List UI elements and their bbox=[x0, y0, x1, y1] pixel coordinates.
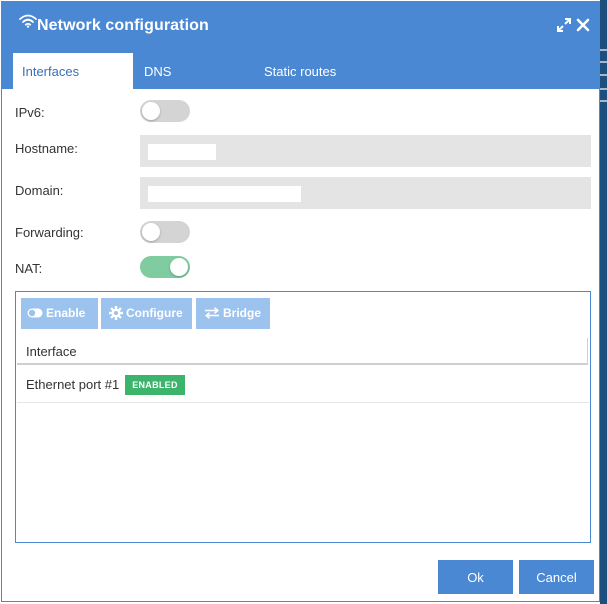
toggle-knob bbox=[170, 258, 188, 276]
gear-icon bbox=[109, 305, 123, 320]
interfaces-grid: Enable Configure Bridge Interface Ethern… bbox=[15, 291, 591, 543]
configure-label: Configure bbox=[126, 306, 183, 320]
close-icon[interactable] bbox=[575, 17, 591, 33]
dialog-titlebar[interactable]: Network configuration bbox=[2, 2, 599, 53]
domain-field[interactable] bbox=[140, 177, 591, 209]
hostname-field[interactable] bbox=[140, 135, 591, 167]
configure-button[interactable]: Configure bbox=[101, 298, 192, 329]
forwarding-toggle[interactable] bbox=[140, 221, 190, 243]
bridge-label: Bridge bbox=[223, 306, 262, 320]
domain-value bbox=[148, 186, 301, 202]
toggle-knob bbox=[142, 223, 160, 241]
toggle-icon bbox=[27, 308, 43, 318]
background-window bbox=[600, 0, 607, 604]
bridge-button[interactable]: Bridge bbox=[196, 298, 270, 329]
network-configuration-dialog: Network configuration Interfaces DNS Sta… bbox=[1, 1, 600, 602]
tab-static-routes[interactable]: Static routes bbox=[264, 53, 336, 89]
arrows-exchange-icon bbox=[204, 307, 220, 319]
column-header-interface[interactable]: Interface bbox=[17, 338, 588, 365]
cancel-button[interactable]: Cancel bbox=[519, 560, 594, 594]
dialog-title: Network configuration bbox=[37, 17, 209, 34]
nat-toggle[interactable] bbox=[140, 256, 190, 278]
forwarding-label: Forwarding: bbox=[15, 225, 84, 240]
wifi-icon bbox=[19, 14, 37, 28]
enable-button[interactable]: Enable bbox=[21, 298, 98, 329]
table-row[interactable]: Ethernet port #1 ENABLED bbox=[17, 367, 589, 403]
ipv6-label: IPv6: bbox=[15, 105, 45, 120]
hostname-label: Hostname: bbox=[15, 141, 78, 156]
tab-interfaces[interactable]: Interfaces bbox=[13, 53, 133, 89]
domain-label: Domain: bbox=[15, 183, 64, 198]
interface-name: Ethernet port #1 bbox=[26, 377, 120, 392]
enable-label: Enable bbox=[46, 306, 86, 320]
ok-button[interactable]: Ok bbox=[438, 560, 513, 594]
status-badge: ENABLED bbox=[125, 375, 185, 395]
tab-dns[interactable]: DNS bbox=[144, 53, 171, 89]
hostname-value bbox=[148, 144, 216, 160]
toggle-knob bbox=[142, 102, 160, 120]
tab-bar: Interfaces DNS Static routes bbox=[2, 53, 599, 89]
maximize-icon[interactable] bbox=[556, 17, 572, 33]
nat-label: NAT: bbox=[15, 261, 43, 276]
ipv6-toggle[interactable] bbox=[140, 100, 190, 122]
